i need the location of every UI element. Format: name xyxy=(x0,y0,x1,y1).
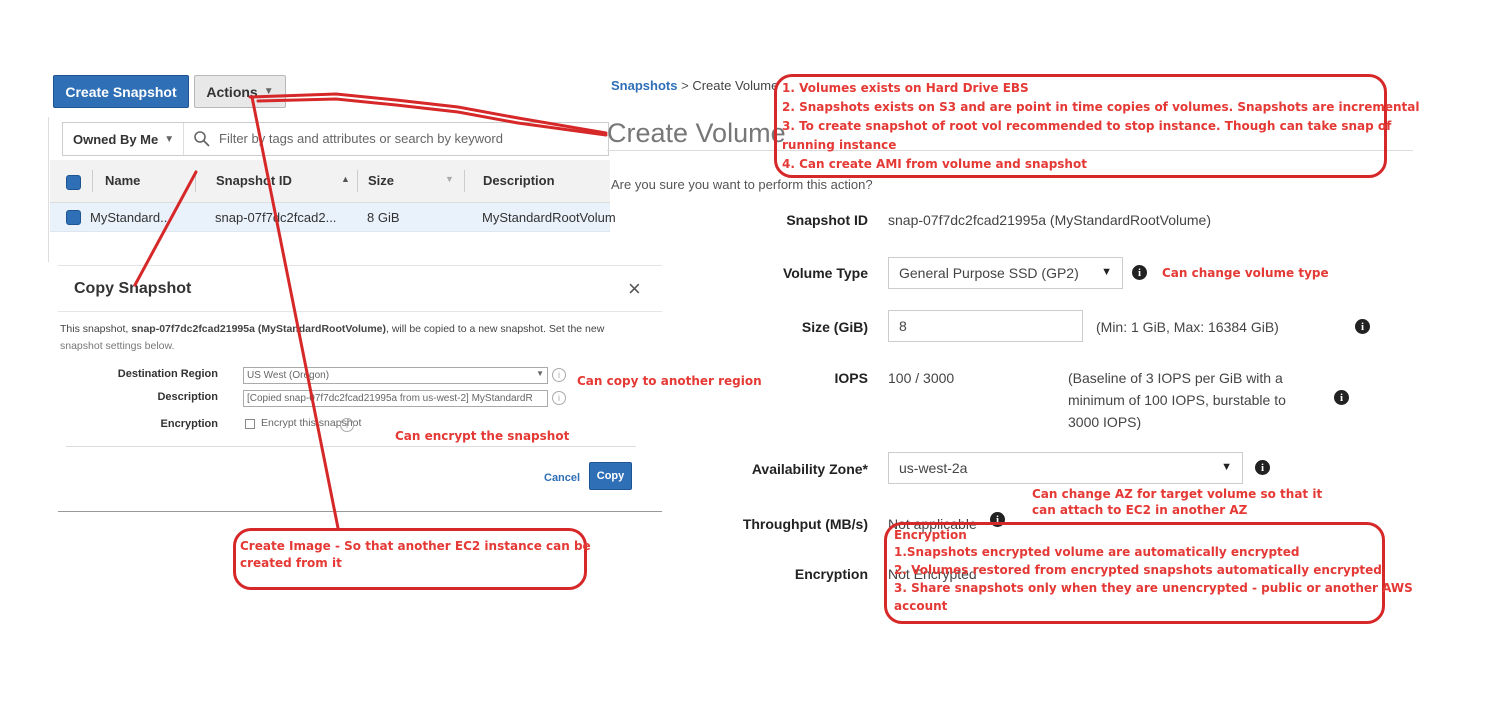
annotation-encryption-title: Encryption xyxy=(894,528,967,542)
annotation-copy-region: Can copy to another region xyxy=(577,374,762,388)
annotation-encryption-3: 3. Share snapshots only when they are un… xyxy=(894,581,1413,595)
annotation-encrypt: Can encrypt the snapshot xyxy=(395,429,570,443)
annotation-az-1: Can change AZ for target volume so that … xyxy=(1032,487,1323,501)
annotation-encryption-1: 1.Snapshots encrypted volume are automat… xyxy=(894,545,1300,559)
annotation-create-image-2: created from it xyxy=(240,556,342,570)
annotation-volumes-4: running instance xyxy=(782,138,897,152)
annotation-volumes-2: 2. Snapshots exists on S3 and are point … xyxy=(782,100,1420,114)
annotation-volumes-5: 4. Can create AMI from volume and snapsh… xyxy=(782,157,1087,171)
annotation-az-2: can attach to EC2 in another AZ xyxy=(1032,503,1248,517)
annotation-encryption-2: 2. Volumes restored from encrypted snaps… xyxy=(894,563,1382,577)
annotation-create-image-1: Create Image - So that another EC2 insta… xyxy=(240,539,591,553)
annotation-encryption-4: account xyxy=(894,599,948,613)
annotation-volumes-1: 1. Volumes exists on Hard Drive EBS xyxy=(782,81,1029,95)
annotation-volumes-3: 3. To create snapshot of root vol recomm… xyxy=(782,119,1392,133)
annotation-volume-type: Can change volume type xyxy=(1162,266,1329,280)
